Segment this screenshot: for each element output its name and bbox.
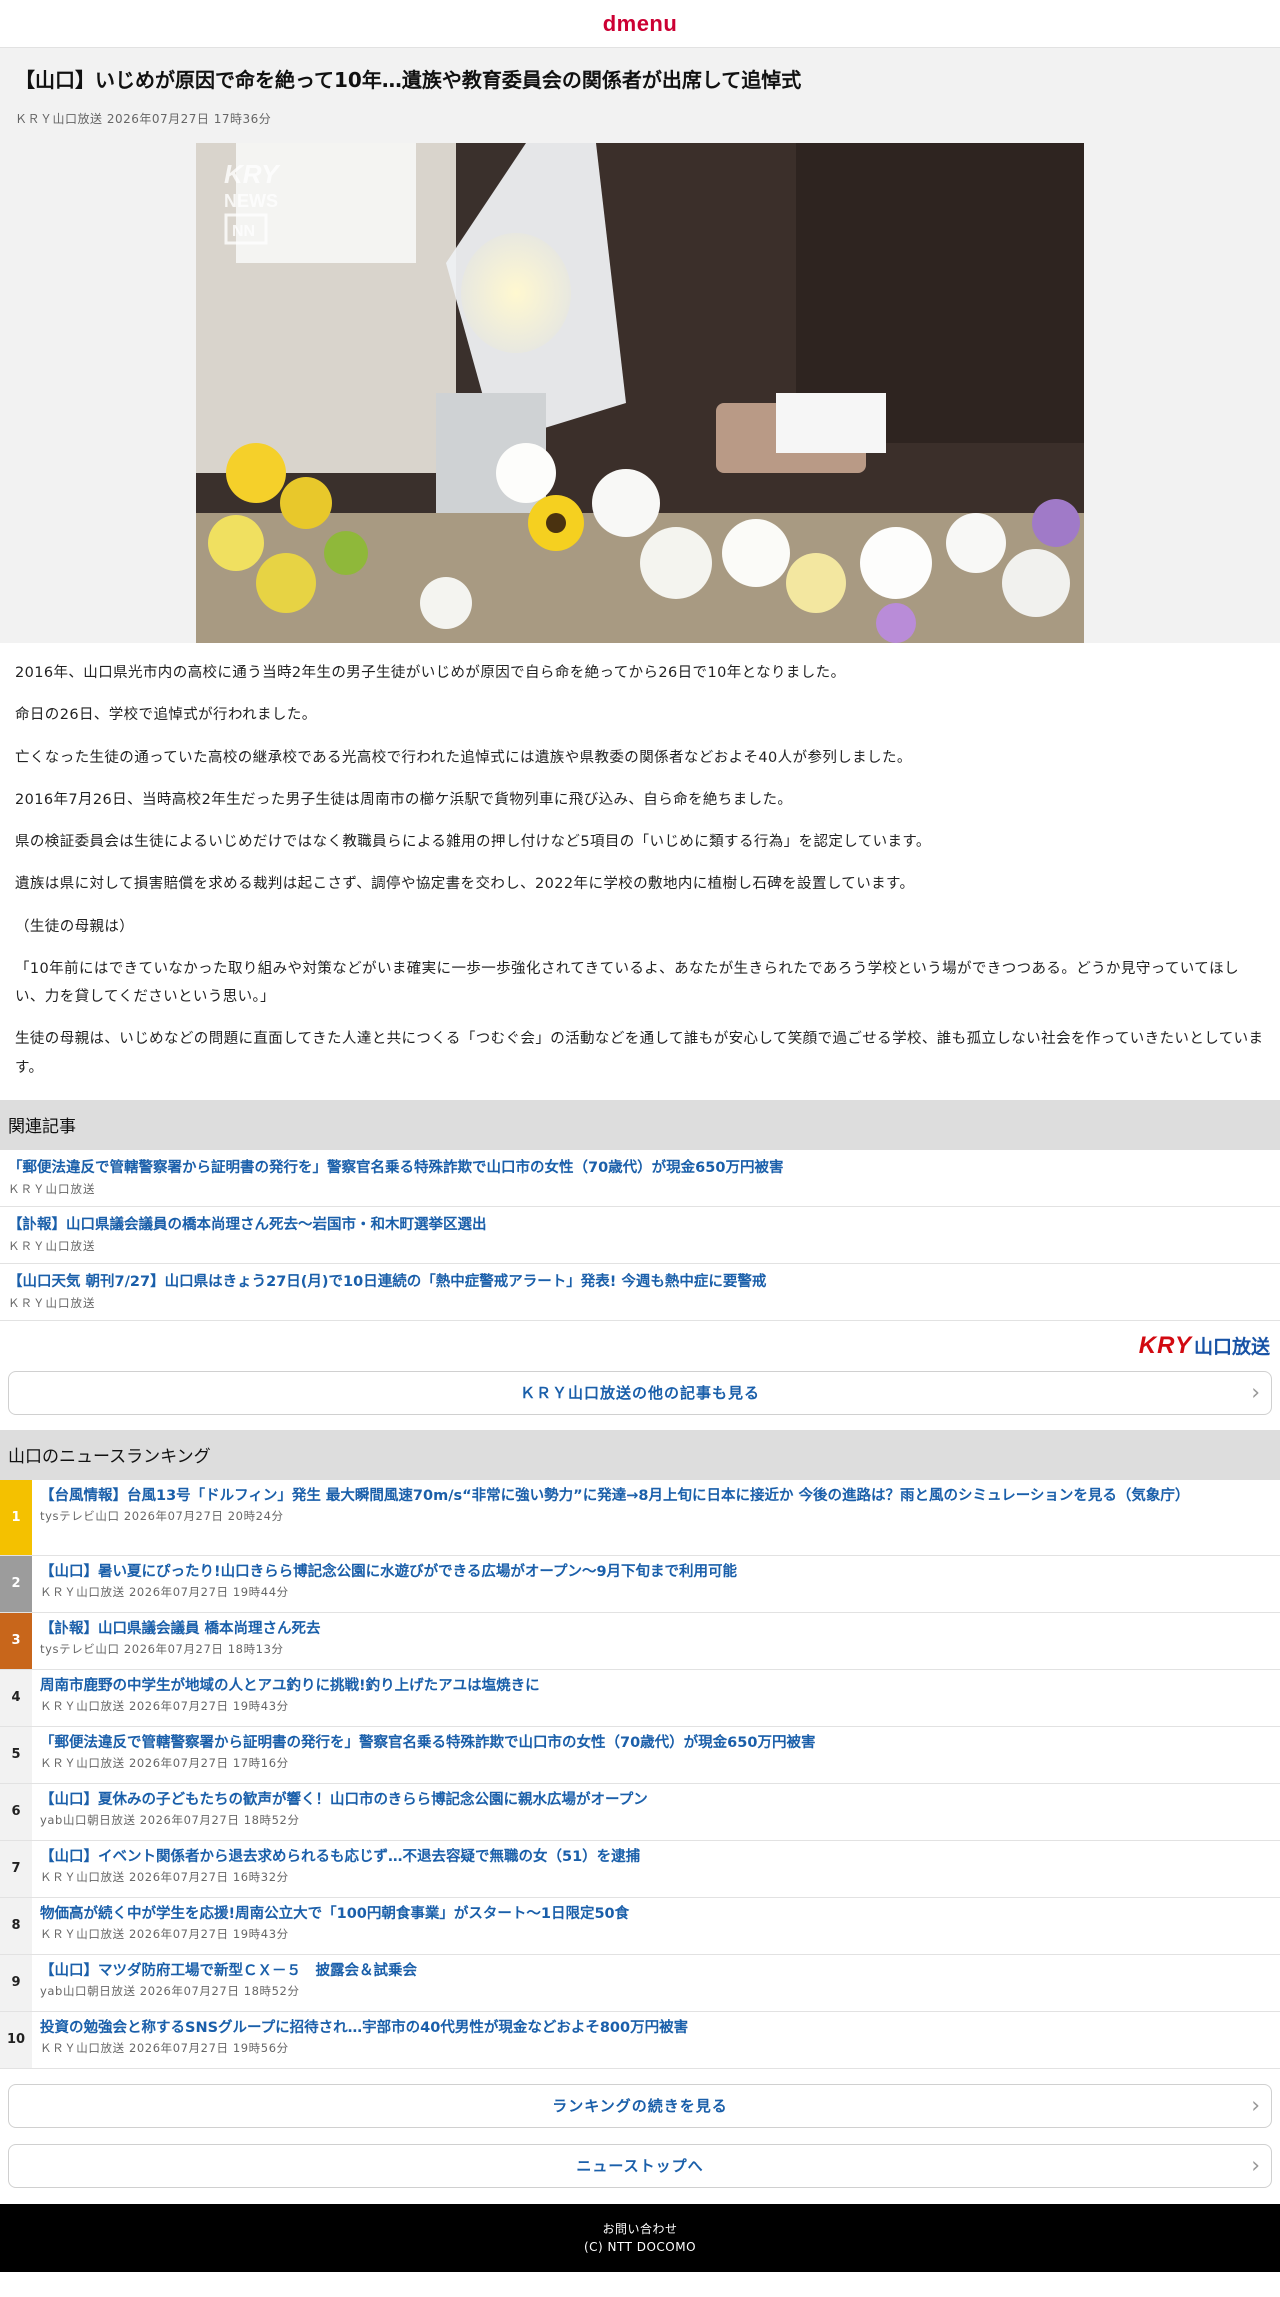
kry-logo[interactable]: KRY 山口放送: [1139, 1332, 1270, 1360]
rank-number: 8: [0, 1897, 32, 1954]
ranking-item-title[interactable]: 周南市鹿野の中学生が地域の人とアユ釣りに挑戦!釣り上げたアユは塩焼きに: [40, 1677, 1272, 1697]
article-paragraph: 2016年7月26日、当時高校2年生だった男子生徒は周南市の櫛ケ浜駅で貨物列車に…: [15, 791, 793, 808]
related-article-title[interactable]: 【山口天気 朝刊7/27】山口県はきょう27日(月)で10日連続の「熱中症警戒ア…: [8, 1272, 1272, 1292]
article-body: 2016年、山口県光市内の高校に通う当時2年生の男子生徒がいじめが原因で自ら命を…: [0, 643, 1280, 1100]
dmenu-logo[interactable]: dmenu: [603, 11, 678, 37]
related-article-source: ＫＲＹ山口放送: [8, 1182, 96, 1197]
related-articles-heading: 関連記事: [0, 1099, 1280, 1150]
kry-logo-text: 山口放送: [1193, 1336, 1270, 1359]
related-article-title[interactable]: 「郵便法違反で管轄警察署から証明書の発行を」警察官名乗る特殊詐欺で山口市の女性（…: [8, 1158, 1272, 1178]
ranking-item-title[interactable]: 【台風情報】台風13号「ドルフィン」発生 最大瞬間風速70m/s“非常に強い勢力…: [40, 1487, 1272, 1507]
ranking-item-title[interactable]: 【山口】暑い夏にぴったり!山口きらら博記念公園に水遊びができる広場がオープン〜9…: [40, 1563, 1272, 1583]
ranking-item-title[interactable]: 投資の勉強会と称するSNSグループに招待され…宇部市の40代男性が現金などおよそ…: [40, 2019, 1272, 2039]
ranking-item-title[interactable]: 物価高が続く中が学生を応援!周南公立大で「100円朝食事業」がスタート〜1日限定…: [40, 1905, 1272, 1925]
provider-more-articles-label: ＫＲＹ山口放送の他の記事も見る: [519, 1384, 760, 1403]
article-paragraph: 命日の26日、学校で追悼式が行われました。: [15, 707, 317, 724]
article-paragraph: 県の検証委員会は生徒によるいじめだけではなく教職員らによる雑用の押し付けなど5項…: [15, 834, 931, 851]
related-articles-list: 「郵便法違反で管轄警察署から証明書の発行を」警察官名乗る特殊詐欺で山口市の女性（…: [0, 1150, 1280, 1321]
ranking-list: 1 【台風情報】台風13号「ドルフィン」発生 最大瞬間風速70m/s“非常に強い…: [0, 1479, 1280, 2069]
article-paragraph: 2016年、山口県光市内の高校に通う当時2年生の男子生徒がいじめが原因で自ら命を…: [15, 665, 846, 681]
svg-text:NN: NN: [232, 223, 255, 240]
ranking-item[interactable]: 2 【山口】暑い夏にぴったり!山口きらら博記念公園に水遊びができる広場がオープン…: [0, 1555, 1280, 1613]
ranking-item-meta: ＫＲＹ山口放送 2026年07月27日 16時32分: [40, 1870, 289, 1885]
site-header: dmenu: [0, 0, 1280, 48]
svg-text:NEWS: NEWS: [224, 191, 278, 211]
article-title: 【山口】いじめが原因で命を絶って10年…遺族や教育委員会の関係者が出席して追悼式: [15, 68, 802, 92]
article-paragraph: 遺族は県に対して損害賠償を求める裁判は起こさず、調停や協定書を交わし、2022年…: [15, 876, 915, 893]
news-top-label: ニューストップへ: [576, 2157, 704, 2176]
related-article-item[interactable]: 「郵便法違反で管轄警察署から証明書の発行を」警察官名乗る特殊詐欺で山口市の女性（…: [0, 1150, 1280, 1207]
article-paragraph: （生徒の母親は）: [15, 918, 135, 935]
article-header: 【山口】いじめが原因で命を絶って10年…遺族や教育委員会の関係者が出席して追悼式…: [0, 48, 1280, 143]
rank-number: 6: [0, 1783, 32, 1840]
ranking-item-title[interactable]: 「郵便法違反で管轄警察署から証明書の発行を」警察官名乗る特殊詐欺で山口市の女性（…: [40, 1734, 1272, 1754]
rank-number: 5: [0, 1726, 32, 1783]
ranking-item-title[interactable]: 【訃報】山口県議会議員 橋本尚理さん死去: [40, 1620, 1272, 1640]
ranking-item-title[interactable]: 【山口】マツダ防府工場で新型ＣＸ－５ 披露会＆試乗会: [40, 1962, 1272, 1982]
contact-link[interactable]: お問い合わせ: [602, 2220, 677, 2238]
ranking-item-meta: ＫＲＹ山口放送 2026年07月27日 19時43分: [40, 1699, 289, 1714]
rank-number: 1: [0, 1479, 32, 1555]
ranking-item-meta: ＫＲＹ山口放送 2026年07月27日 19時56分: [40, 2041, 289, 2056]
ranking-item[interactable]: 6 【山口】夏休みの子どもたちの歓声が響く！山口市のきらら博記念公園に親水広場が…: [0, 1783, 1280, 1841]
ranking-item-meta: yab山口朝日放送 2026年07月27日 18時52分: [40, 1984, 300, 1999]
svg-text:KRY: KRY: [224, 159, 281, 189]
rank-number: 4: [0, 1669, 32, 1726]
related-article-item[interactable]: 【訃報】山口県議会議員の橋本尚理さん死去〜岩国市・和木町選挙区選出 ＫＲＹ山口放…: [0, 1207, 1280, 1264]
rank-number: 7: [0, 1840, 32, 1897]
rank-number: 10: [0, 2011, 32, 2068]
related-article-source: ＫＲＹ山口放送: [8, 1239, 96, 1254]
rank-number: 2: [0, 1555, 32, 1612]
ranking-item[interactable]: 7 【山口】イベント関係者から退去求められるも応じず…不退去容疑で無職の女（51…: [0, 1840, 1280, 1898]
news-top-button[interactable]: ニューストップへ ›: [8, 2143, 1272, 2188]
ranking-item-meta: ＫＲＹ山口放送 2026年07月27日 19時43分: [40, 1927, 289, 1942]
ranking-item-title[interactable]: 【山口】イベント関係者から退去求められるも応じず…不退去容疑で無職の女（51）を…: [40, 1848, 1272, 1868]
ranking-item-meta: yab山口朝日放送 2026年07月27日 18時52分: [40, 1813, 300, 1828]
ranking-item-meta: tysテレビ山口 2026年07月27日 20時24分: [40, 1509, 284, 1524]
article-paragraph: 生徒の母親は、いじめなどの問題に直面してきた人達と共につくる「つむぐ会」の活動な…: [15, 1031, 1264, 1076]
ranking-item[interactable]: 5 「郵便法違反で管轄警察署から証明書の発行を」警察官名乗る特殊詐欺で山口市の女…: [0, 1726, 1280, 1784]
ranking-item-meta: tysテレビ山口 2026年07月27日 18時13分: [40, 1642, 284, 1657]
ranking-item[interactable]: 4 周南市鹿野の中学生が地域の人とアユ釣りに挑戦!釣り上げたアユは塩焼きに ＫＲ…: [0, 1669, 1280, 1727]
chevron-right-icon: ›: [1251, 2153, 1261, 2179]
rank-number: 3: [0, 1612, 32, 1669]
chevron-right-icon: ›: [1251, 2093, 1261, 2119]
site-footer: お問い合わせ (C) NTT DOCOMO: [0, 2203, 1280, 2272]
copyright-text: (C) NTT DOCOMO: [583, 2239, 697, 2254]
ranking-item-title[interactable]: 【山口】夏休みの子どもたちの歓声が響く！山口市のきらら博記念公園に親水広場がオー…: [40, 1791, 1272, 1811]
ranking-item[interactable]: 3 【訃報】山口県議会議員 橋本尚理さん死去 tysテレビ山口 2026年07月…: [0, 1612, 1280, 1670]
article-paragraph: 「10年前にはできていなかった取り組みや対策などがいま確実に一歩一歩強化されてき…: [15, 960, 1239, 1006]
ranking-heading: 山口のニュースランキング: [0, 1429, 1280, 1480]
ranking-item[interactable]: 9 【山口】マツダ防府工場で新型ＣＸ－５ 披露会＆試乗会 yab山口朝日放送 2…: [0, 1954, 1280, 2012]
ranking-item[interactable]: 8 物価高が続く中が学生を応援!周南公立大で「100円朝食事業」がスタート〜1日…: [0, 1897, 1280, 1955]
chevron-right-icon: ›: [1251, 1380, 1261, 1406]
article-meta: ＫＲＹ山口放送 2026年07月27日 17時36分: [15, 112, 272, 126]
provider-more-articles-button[interactable]: ＫＲＹ山口放送の他の記事も見る ›: [8, 1370, 1272, 1415]
rank-number: 9: [0, 1954, 32, 2011]
kry-logo-mark: KRY: [1138, 1331, 1192, 1359]
ranking-item[interactable]: 10 投資の勉強会と称するSNSグループに招待され…宇部市の40代男性が現金など…: [0, 2011, 1280, 2069]
ranking-item-meta: ＫＲＹ山口放送 2026年07月27日 17時16分: [40, 1756, 289, 1771]
related-article-title[interactable]: 【訃報】山口県議会議員の橋本尚理さん死去〜岩国市・和木町選挙区選出: [8, 1215, 1272, 1235]
related-article-item[interactable]: 【山口天気 朝刊7/27】山口県はきょう27日(月)で10日連続の「熱中症警戒ア…: [0, 1264, 1280, 1321]
provider-logo-row: KRY 山口放送: [0, 1321, 1280, 1371]
ranking-item[interactable]: 1 【台風情報】台風13号「ドルフィン」発生 最大瞬間風速70m/s“非常に強い…: [0, 1479, 1280, 1556]
ranking-more-button[interactable]: ランキングの続きを見る ›: [8, 2083, 1272, 2128]
ranking-more-label: ランキングの続きを見る: [552, 2097, 728, 2116]
related-article-source: ＫＲＹ山口放送: [8, 1296, 96, 1311]
article-photo-container: KRY NEWS NN: [0, 143, 1280, 643]
ranking-item-meta: ＫＲＹ山口放送 2026年07月27日 19時44分: [40, 1585, 289, 1600]
article-paragraph: 亡くなった生徒の通っていた高校の継承校である光高校で行われた追悼式には遺族や県教…: [15, 749, 912, 766]
memorial-flowers-image: KRY NEWS NN: [196, 143, 1084, 643]
article-photo: KRY NEWS NN: [196, 143, 1084, 643]
